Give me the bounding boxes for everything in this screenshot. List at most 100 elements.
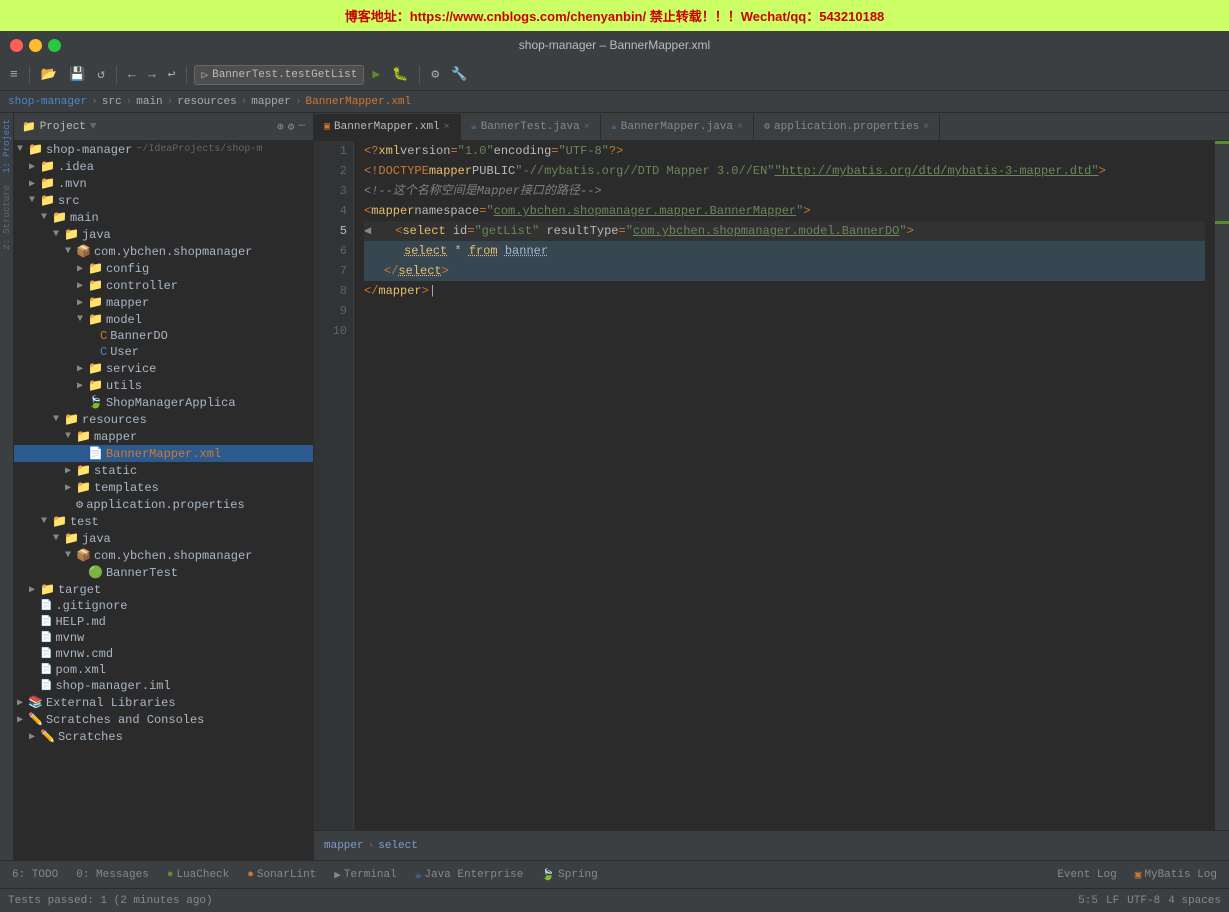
tree-label-shopapp: ShopManagerApplica [106, 396, 236, 410]
breadcrumb-item-1[interactable]: src [102, 96, 122, 108]
tree-add-btn[interactable]: ⊕ [277, 120, 284, 134]
tree-item-scratches[interactable]: ▶ ✏️ Scratches [14, 728, 313, 745]
messages-tab[interactable]: 0: Messages [68, 867, 157, 883]
editor-main: 1 2 3 4 5 6 7 8 9 10 <?xml version="1.0"… [314, 141, 1229, 830]
arrow-config: ▶ [74, 263, 86, 275]
tree-item-shopapp[interactable]: 🍃 ShopManagerApplica [14, 394, 313, 411]
structure-tab[interactable]: 2: Structure [1, 179, 13, 256]
tree-item-model[interactable]: ▼ 📁 model [14, 311, 313, 328]
banner-text: 博客地址：https://www.cnblogs.com/chenyanbin/… [345, 9, 885, 24]
bottom-bc-mapper[interactable]: mapper [324, 840, 364, 852]
tree-item-shopmanager[interactable]: ▼ 📁 shop-manager ~/IdeaProjects/shop-m [14, 141, 313, 158]
tree-item-package[interactable]: ▼ 📦 com.ybchen.shopmanager [14, 243, 313, 260]
tree-item-test-pkg[interactable]: ▼ 📦 com.ybchen.shopmanager [14, 547, 313, 564]
tree-item-utils[interactable]: ▶ 📁 utils [14, 377, 313, 394]
breadcrumb-item-5[interactable]: BannerMapper.xml [306, 96, 412, 108]
breadcrumb-item-0[interactable]: shop-manager [8, 96, 87, 108]
close-button[interactable] [10, 39, 23, 52]
tab-close-bannerxml[interactable]: × [444, 122, 450, 133]
run-button[interactable]: ▶ [368, 65, 384, 84]
save-icon[interactable]: 💾 [65, 65, 89, 84]
tree-item-user[interactable]: C User [14, 344, 313, 360]
tree-gear-btn[interactable]: ⚙ [288, 120, 295, 134]
terminal-tab[interactable]: ▶ Terminal [326, 866, 404, 884]
tree-item-config[interactable]: ▶ 📁 config [14, 260, 313, 277]
tree-item-controller[interactable]: ▶ 📁 controller [14, 277, 313, 294]
tree-item-target[interactable]: ▶ 📁 target [14, 581, 313, 598]
breadcrumb-item-2[interactable]: main [136, 96, 162, 108]
sonarlint-tab[interactable]: ● SonarLint [239, 867, 324, 883]
tree-item-java[interactable]: ▼ 📁 java [14, 226, 313, 243]
tree-item-gitignore[interactable]: 📄 .gitignore [14, 598, 313, 614]
tree-item-extlibs[interactable]: ▶ 📚 External Libraries [14, 694, 313, 711]
tree-item-bannertest[interactable]: 🟢 BannerTest [14, 564, 313, 581]
tree-item-iml[interactable]: 📄 shop-manager.iml [14, 678, 313, 694]
tree-item-static[interactable]: ▶ 📁 static [14, 462, 313, 479]
tree-item-appprops[interactable]: ⚙ application.properties [14, 496, 313, 513]
back-icon[interactable]: ← [124, 65, 140, 84]
tree-item-resources[interactable]: ▼ 📁 resources [14, 411, 313, 428]
tree-item-scratches-consoles[interactable]: ▶ ✏️ Scratches and Consoles [14, 711, 313, 728]
tree-item-main[interactable]: ▼ 📁 main [14, 209, 313, 226]
tree-item-mvn[interactable]: ▶ 📁 .mvn [14, 175, 313, 192]
tree-item-service[interactable]: ▶ 📁 service [14, 360, 313, 377]
tree-item-mapper-res[interactable]: ▼ 📁 mapper [14, 428, 313, 445]
tree-item-test[interactable]: ▼ 📁 test [14, 513, 313, 530]
settings-icon[interactable]: 🔧 [447, 65, 471, 84]
open-icon[interactable]: 📂 [37, 65, 61, 84]
xml-icon-bannerxml: 📄 [88, 446, 103, 461]
tab-bannermapper[interactable]: ☕ BannerMapper.java × [601, 114, 754, 140]
menu-icon[interactable]: ≡ [6, 65, 22, 84]
tree-item-pomxml[interactable]: 📄 pom.xml [14, 662, 313, 678]
breadcrumb-item-4[interactable]: mapper [251, 96, 291, 108]
tree-item-helpmd[interactable]: 📄 HELP.md [14, 614, 313, 630]
tree-label-idea: .idea [58, 160, 94, 174]
bottom-bc-select[interactable]: select [378, 840, 418, 852]
debug-button[interactable]: 🐛 [388, 65, 412, 84]
tree-label-controller: controller [106, 279, 178, 293]
forward-icon[interactable]: → [144, 65, 160, 84]
build-icon[interactable]: ⚙ [427, 65, 443, 84]
spring-tab[interactable]: 🍃 Spring [533, 866, 605, 884]
code-line-9 [364, 301, 1205, 321]
maximize-button[interactable] [48, 39, 61, 52]
minimize-button[interactable] [29, 39, 42, 52]
tree-item-test-java[interactable]: ▼ 📁 java [14, 530, 313, 547]
tab-bannertest[interactable]: ☕ BannerTest.java × [461, 114, 601, 140]
folder-icon-java: 📁 [64, 227, 79, 242]
tree-item-idea[interactable]: ▶ 📁 .idea [14, 158, 313, 175]
refresh-icon[interactable]: ↺ [93, 65, 109, 84]
tab-close-appprops[interactable]: × [923, 122, 929, 133]
code-editor[interactable]: <?xml version="1.0" encoding="UTF-8"?> <… [354, 141, 1215, 830]
luacheck-icon: ● [167, 869, 174, 881]
tab-appprops[interactable]: ⚙ application.properties × [754, 114, 940, 140]
todo-tab-label: 6: TODO [12, 869, 58, 881]
folder-icon-mapper: 📁 [88, 295, 103, 310]
tree-item-bannerxml[interactable]: 📄 BannerMapper.xml [14, 445, 313, 462]
tree-label-shopmanager: shop-manager [46, 143, 132, 157]
tree-item-mvnwcmd[interactable]: 📄 mvnw.cmd [14, 646, 313, 662]
project-tab[interactable]: 1: Project [1, 113, 13, 179]
tree-label-resources: resources [82, 413, 147, 427]
tree-label-gitignore: .gitignore [55, 599, 127, 613]
position-indicator: 5:5 [1078, 895, 1098, 907]
tree-label-java: java [82, 228, 111, 242]
undo-icon[interactable]: ↩ [164, 65, 180, 84]
tree-item-bannerdo[interactable]: C BannerDO [14, 328, 313, 344]
breadcrumb-item-3[interactable]: resources [177, 96, 236, 108]
arrow-templates: ▶ [62, 482, 74, 494]
mybatis-log-tab[interactable]: ▣ MyBatis Log [1127, 866, 1225, 884]
tab-close-bannertest[interactable]: × [584, 122, 590, 133]
luacheck-tab[interactable]: ● LuaCheck [159, 867, 237, 883]
tab-close-bannermapper[interactable]: × [737, 122, 743, 133]
run-config[interactable]: ▷ BannerTest.testGetList [194, 65, 364, 85]
tree-collapse-btn[interactable]: — [298, 120, 305, 134]
java-enterprise-tab[interactable]: ☕ Java Enterprise [407, 866, 532, 884]
event-log-tab[interactable]: Event Log [1049, 867, 1124, 883]
todo-tab[interactable]: 6: TODO [4, 867, 66, 883]
tree-item-src[interactable]: ▼ 📁 src [14, 192, 313, 209]
tab-bannerxml[interactable]: ▣ BannerMapper.xml × [314, 114, 461, 140]
tree-item-mvnw[interactable]: 📄 mvnw [14, 630, 313, 646]
tree-item-templates[interactable]: ▶ 📁 templates [14, 479, 313, 496]
tree-item-mapper[interactable]: ▶ 📁 mapper [14, 294, 313, 311]
